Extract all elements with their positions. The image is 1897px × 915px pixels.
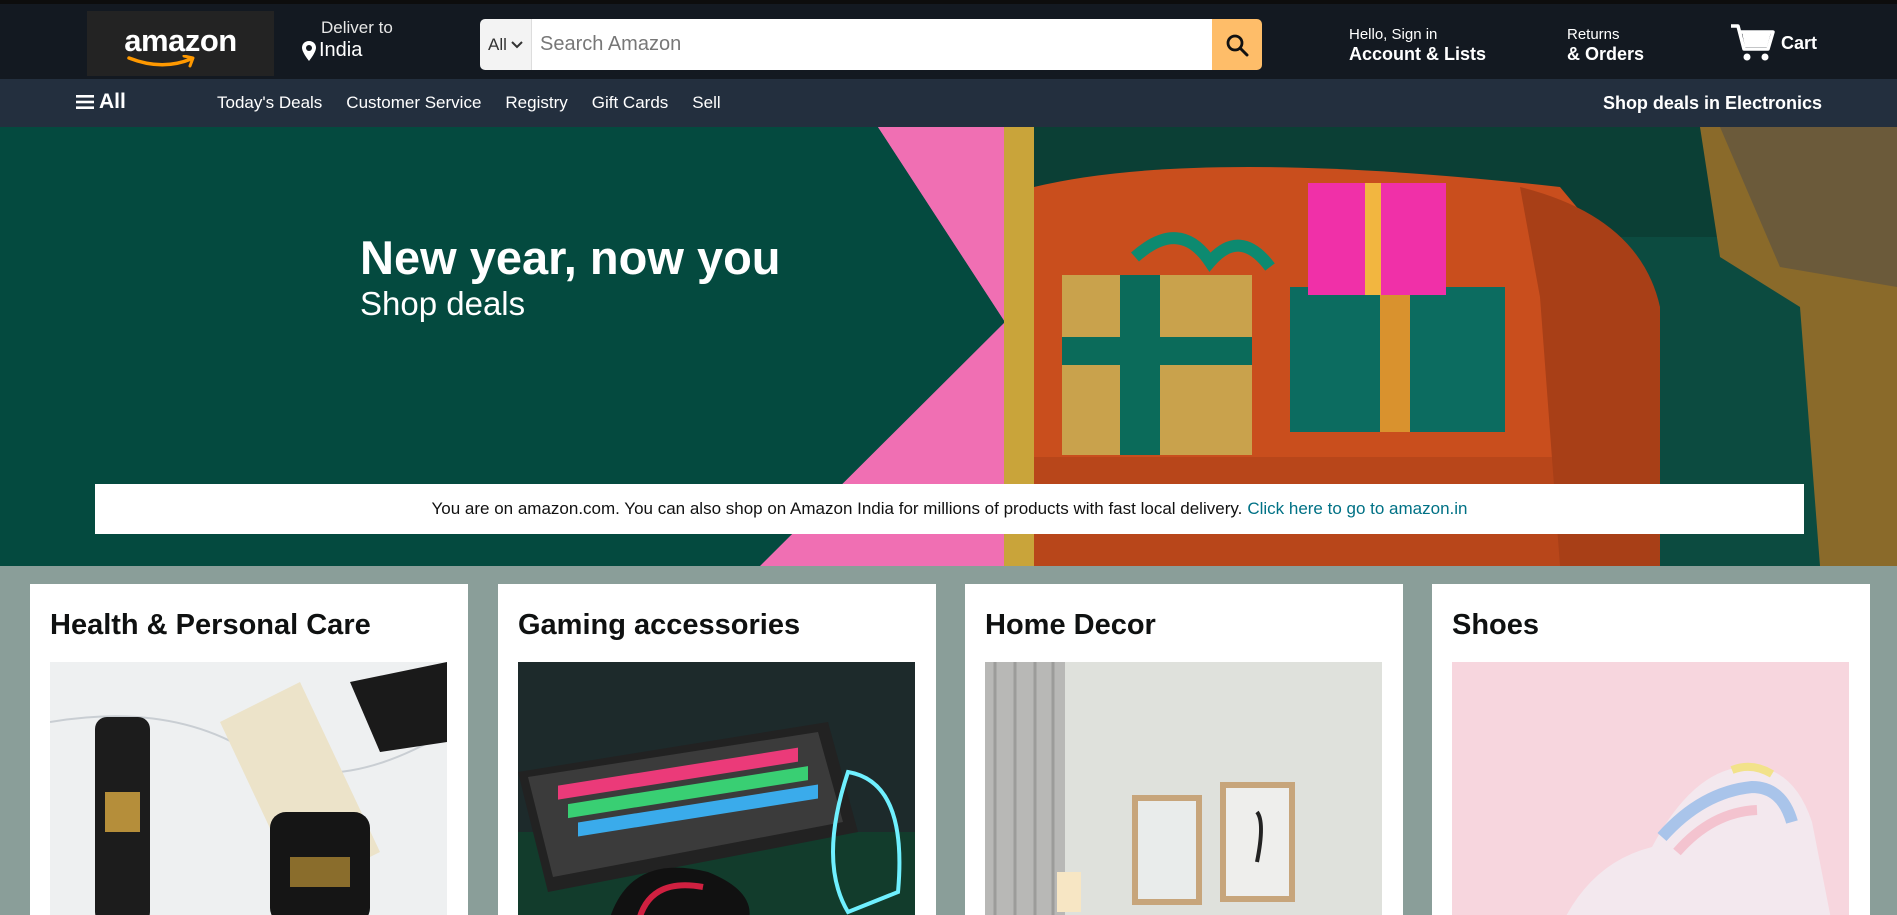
nav-promo-link[interactable]: Shop deals in Electronics [1603,93,1822,114]
category-card-shoes[interactable]: Shoes [1432,584,1870,915]
gaming-product-image[interactable] [518,662,915,915]
card-title: Shoes [1452,609,1540,641]
account-label: Account & Lists [1349,44,1487,64]
returns-label: Returns [1567,26,1620,43]
hero-banner[interactable]: New year, now you Shop deals You are on … [0,127,1897,566]
search-input[interactable] [532,19,1212,70]
health-product-image[interactable] [50,662,447,915]
nav-all-menu[interactable]: All [76,90,126,114]
chevron-down-icon [511,40,523,48]
category-card-home-decor[interactable]: Home Decor [965,584,1403,915]
deliver-label: Deliver to [321,18,393,37]
cart-button[interactable]: Cart [1729,22,1817,62]
home-decor-image[interactable] [985,662,1382,915]
card-title: Health & Personal Care [50,609,371,641]
orders-label: & Orders [1567,44,1645,64]
amazon-in-link[interactable]: Click here to go to amazon.in [1247,499,1467,519]
deliver-country: India [319,39,363,61]
region-notice-text: You are on amazon.com. You can also shop… [431,499,1243,518]
nav-link-sell[interactable]: Sell [692,93,720,113]
hero-title: New year, now you [360,231,781,284]
top-header: amazon Deliver to India All Search Amazo… [0,0,1897,79]
logo-text: amazon [124,22,237,58]
nav-link-todays-deals[interactable]: Today's Deals [217,93,322,113]
search-category-dropdown[interactable]: All [480,19,532,70]
smile-arrow-icon [127,55,195,68]
category-card-gaming[interactable]: Gaming accessories [498,584,936,915]
nav-links: Today's Deals Customer Service Registry … [217,93,721,113]
search-category-label: All [488,34,507,54]
shoes-product-image[interactable] [1452,662,1849,915]
nav-link-gift-cards[interactable]: Gift Cards [592,93,669,113]
search-button[interactable] [1212,19,1262,70]
account-greeting: Hello, Sign in [1349,26,1438,43]
nav-link-registry[interactable]: Registry [505,93,567,113]
search-icon [1226,34,1249,56]
region-notice: You are on amazon.com. You can also shop… [95,484,1804,534]
cart-icon [1731,24,1775,61]
card-title: Home Decor [985,609,1156,641]
hamburger-menu-icon [76,95,94,109]
search-bar: All [480,19,1262,70]
deliver-to[interactable]: Deliver to India [301,18,393,62]
cart-label: Cart [1781,33,1818,53]
location-pin-icon [302,40,316,61]
nav-all-label: All [99,90,126,113]
account-lists[interactable]: Hello, Sign in Account & Lists [1349,26,1486,65]
hero-subtitle: Shop deals [360,285,526,322]
returns-orders[interactable]: Returns & Orders [1567,26,1644,65]
nav-bar: All Today's Deals Customer Service Regis… [0,79,1897,127]
card-title: Gaming accessories [518,609,801,641]
category-card-health[interactable]: Health & Personal Care [30,584,468,915]
amazon-logo[interactable]: amazon [87,11,274,76]
nav-link-customer-service[interactable]: Customer Service [346,93,481,113]
